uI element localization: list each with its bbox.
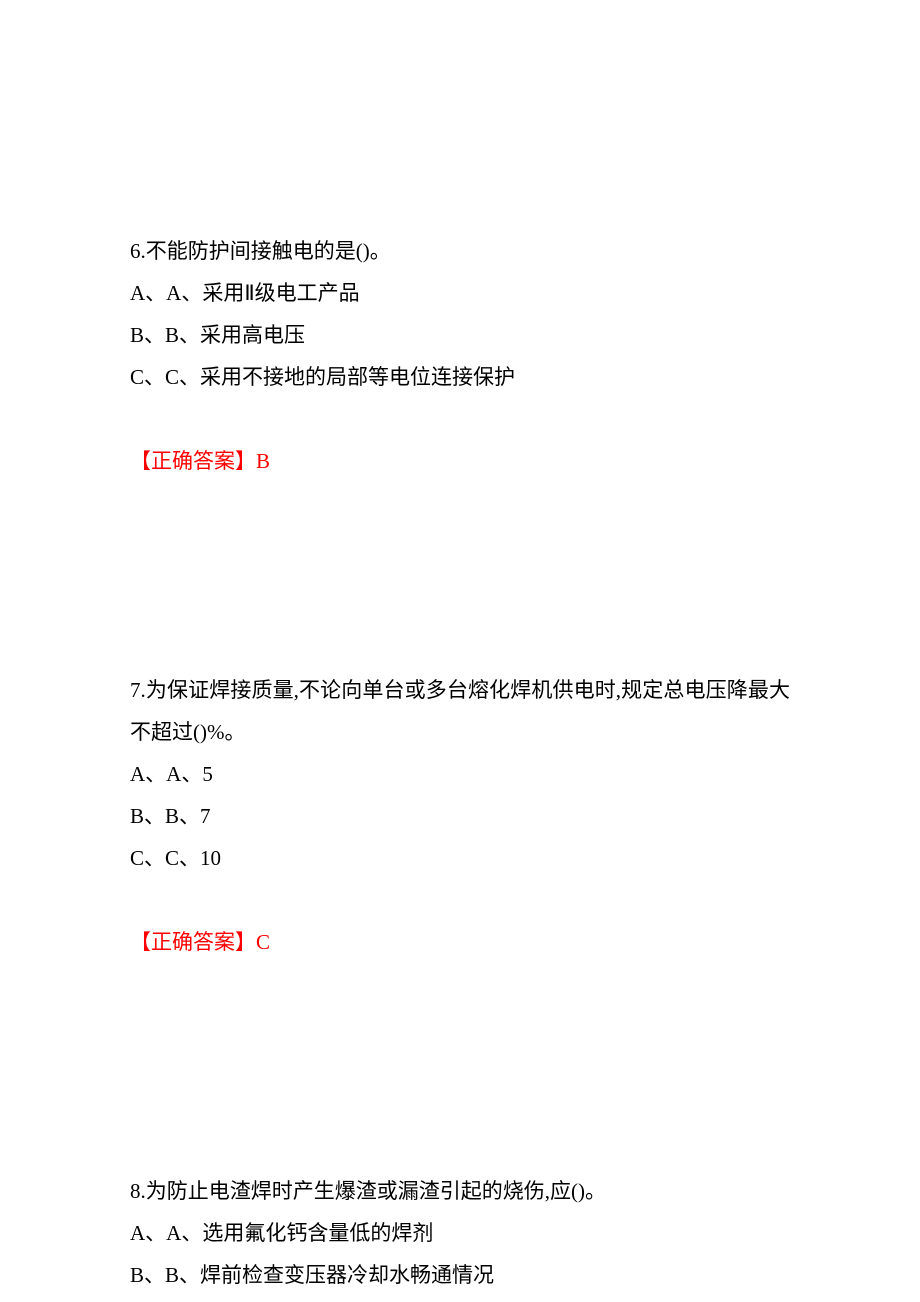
answer-value: B [256,449,270,473]
question-stem: 7.为保证焊接质量,不论向单台或多台熔化焊机供电时,规定总电压降最大不超过()%… [130,669,790,753]
answer-value: C [256,930,270,954]
question-stem: 6.不能防护间接触电的是()。 [130,230,790,272]
answer-line: 【正确答案】B [130,440,790,482]
option-a: A、A、选用氟化钙含量低的焊剂 [130,1212,790,1254]
question-text: 为防止电渣焊时产生爆渣或漏渣引起的烧伤,应()。 [146,1179,606,1203]
question-8: 8.为防止电渣焊时产生爆渣或漏渣引起的烧伤,应()。 A、A、选用氟化钙含量低的… [130,1170,790,1296]
question-6: 6.不能防护间接触电的是()。 A、A、采用Ⅱ级电工产品 B、B、采用高电压 C… [130,230,790,482]
option-a: A、A、5 [130,753,790,795]
option-b: B、B、焊前检查变压器冷却水畅通情况 [130,1254,790,1296]
question-number: 6. [130,239,146,263]
answer-line: 【正确答案】C [130,921,790,963]
option-b: B、B、7 [130,795,790,837]
option-a: A、A、采用Ⅱ级电工产品 [130,272,790,314]
option-b: B、B、采用高电压 [130,314,790,356]
question-7: 7.为保证焊接质量,不论向单台或多台熔化焊机供电时,规定总电压降最大不超过()%… [130,669,790,963]
question-text: 不能防护间接触电的是()。 [146,239,391,263]
option-c: C、C、采用不接地的局部等电位连接保护 [130,356,790,398]
answer-label: 【正确答案】 [130,930,256,954]
question-number: 8. [130,1179,146,1203]
spacer [130,1005,790,1170]
question-number: 7. [130,678,146,702]
question-text: 为保证焊接质量,不论向单台或多台熔化焊机供电时,规定总电压降最大不超过()%。 [130,678,790,744]
question-stem: 8.为防止电渣焊时产生爆渣或漏渣引起的烧伤,应()。 [130,1170,790,1212]
option-c: C、C、10 [130,837,790,879]
spacer [130,524,790,669]
answer-label: 【正确答案】 [130,449,256,473]
